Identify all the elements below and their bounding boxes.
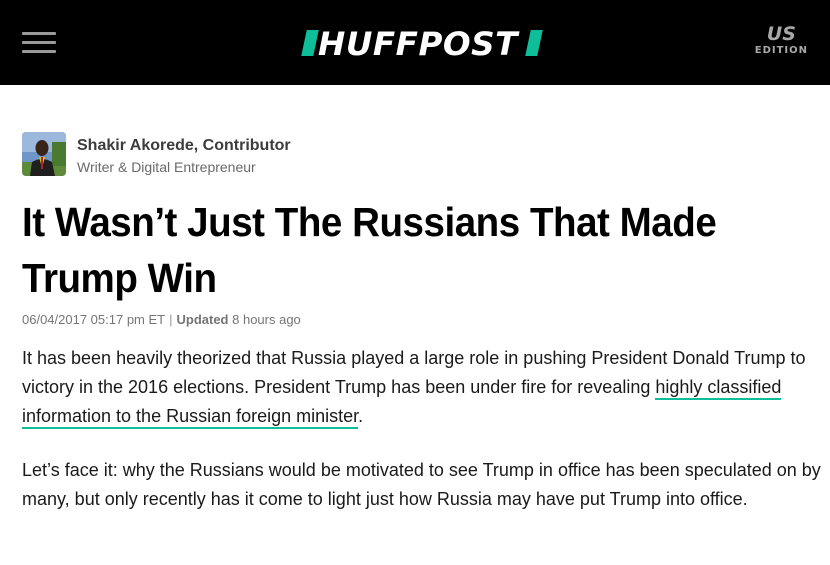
huffpost-logo[interactable]: HUFFPOST [301,25,542,63]
updated-label: Updated [176,312,229,327]
logo-text: HUFFPOST [318,25,518,63]
updated-ago: 8 hours ago [232,312,301,327]
logo-left-bar [301,30,319,56]
hamburger-menu-icon[interactable] [22,32,56,54]
article-paragraph-2: Let’s face it: why the Russians would be… [22,460,821,509]
author-avatar[interactable] [22,132,66,176]
edition-label: EDITION [754,45,808,56]
author-role: Writer & Digital Entrepreneur [77,159,256,175]
published-date: 06/04/2017 05:17 pm ET [22,312,166,327]
author-name-link[interactable]: Shakir Akorede, Contributor [77,137,291,155]
top-navigation-bar: HUFFPOST US EDITION [0,0,830,85]
timestamp-separator: | [169,312,173,327]
article-headline: It Wasn’t Just The Russians That Made Tr… [22,199,717,301]
article-timestamp: 06/04/2017 05:17 pm ET | Updated 8 hours a… [22,312,301,327]
edition-selector[interactable]: US EDITION [755,24,808,58]
article-paragraph-1: It has been heavily theorized that Russi… [22,344,822,431]
paragraph-1-end: . [358,406,364,426]
edition-code: US [766,23,796,45]
